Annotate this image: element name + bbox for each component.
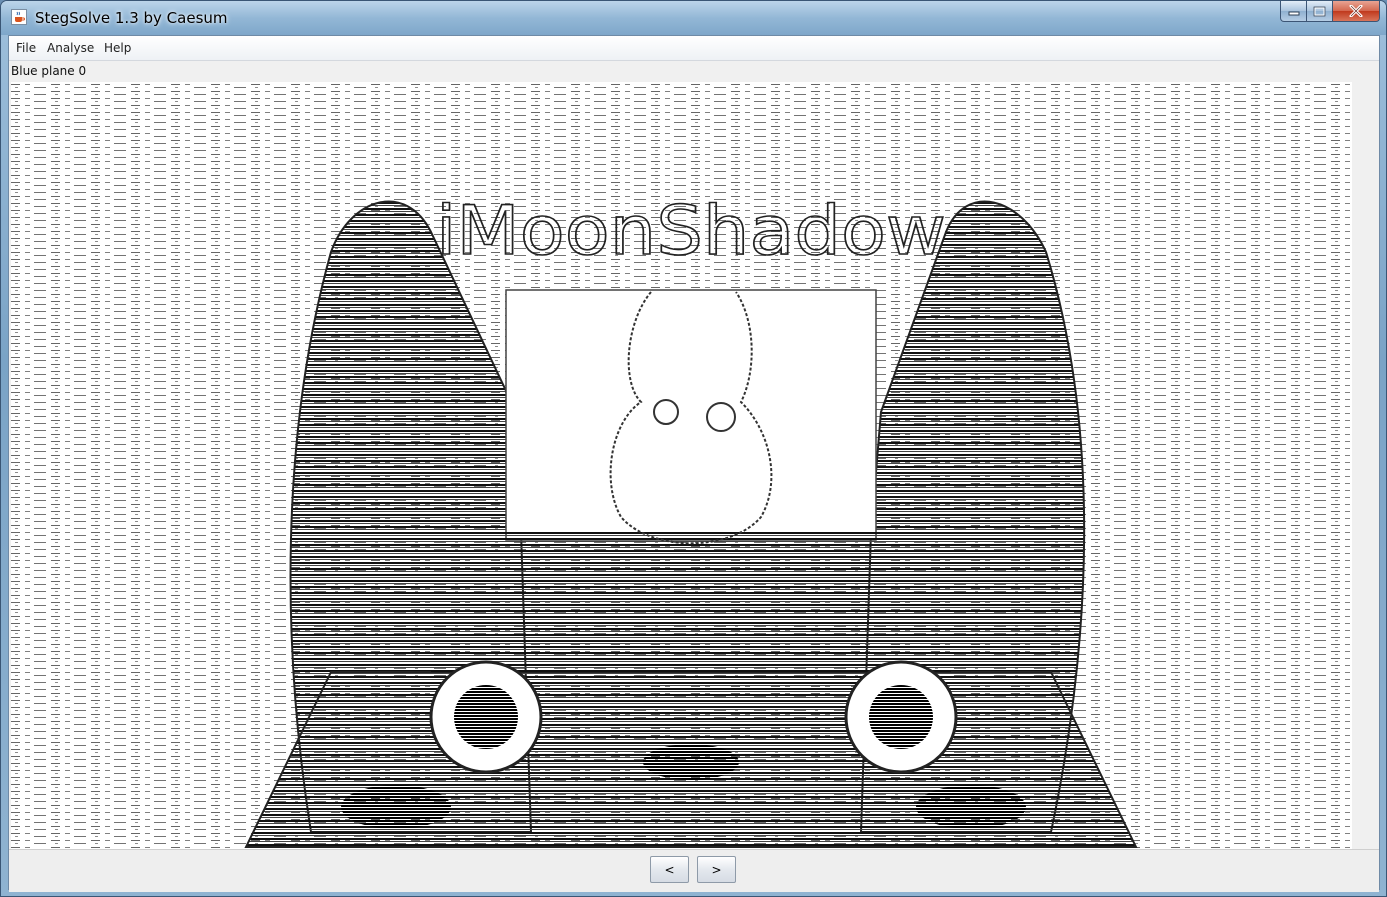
close-button[interactable]	[1333, 1, 1380, 22]
close-icon	[1349, 5, 1363, 17]
maximize-icon	[1313, 6, 1326, 16]
plane-label: Blue plane 0	[11, 64, 87, 78]
image-title-text: iMoonShadow	[436, 192, 946, 271]
right-margin	[1352, 82, 1379, 849]
client-area: File Analyse Help Blue plane 0 iMoonShad…	[8, 35, 1380, 892]
next-plane-button[interactable]: >	[697, 856, 736, 883]
previous-plane-button[interactable]: <	[650, 856, 689, 883]
window-title: StegSolve 1.3 by Caesum	[35, 9, 228, 27]
maximize-button[interactable]	[1307, 1, 1333, 22]
minimize-button[interactable]	[1280, 1, 1307, 22]
bit-plane-image: iMoonShadow	[11, 82, 1352, 849]
title-bar[interactable]: StegSolve 1.3 by Caesum	[1, 1, 1386, 35]
minimize-icon	[1288, 11, 1299, 16]
stegsolve-window: StegSolve 1.3 by Caesum File Analyse Hel…	[0, 0, 1387, 897]
panel-shape	[505, 289, 877, 541]
menu-bar: File Analyse Help	[9, 36, 1379, 61]
right-foot	[916, 785, 1026, 829]
menu-help[interactable]: Help	[104, 41, 131, 55]
center-dark-spot	[643, 744, 739, 780]
left-foot	[341, 785, 451, 829]
navigation-panel: < >	[9, 849, 1379, 892]
caption-buttons	[1280, 1, 1380, 23]
bit-plane-render: iMoonShadow	[11, 82, 1352, 849]
menu-analyse[interactable]: Analyse	[47, 41, 94, 55]
menu-file[interactable]: File	[16, 41, 36, 55]
java-cup-icon[interactable]	[11, 9, 27, 25]
